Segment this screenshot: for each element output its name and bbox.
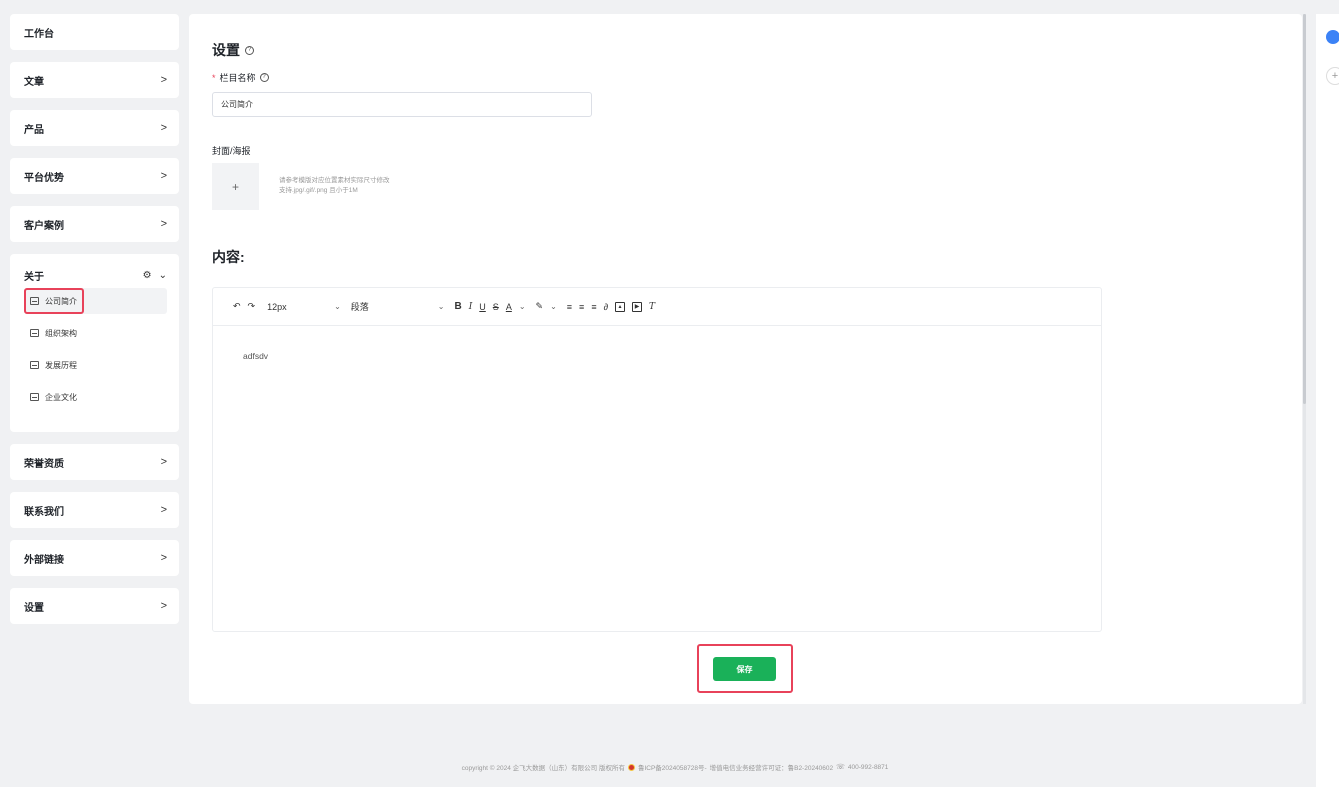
align-center-icon[interactable]: ≡ (579, 299, 584, 315)
scrollbar-thumb[interactable] (1303, 14, 1306, 404)
sidebar-subitem-label: 组织架构 (45, 328, 77, 338)
chevron-right-icon: > (160, 456, 167, 468)
sidebar-item-label: 设置 (24, 602, 44, 614)
column-name-input[interactable] (212, 92, 592, 117)
footer-copyright: copyright © 2024 企飞大数据（山东）有限公司 版权所有 (461, 765, 625, 772)
culture-icon (30, 393, 39, 401)
bold-icon[interactable]: B (455, 299, 462, 315)
sidebar-item-label: 文章 (24, 76, 44, 88)
font-color-icon[interactable]: A (506, 299, 512, 315)
sidebar-item-products[interactable]: 产品 > (10, 110, 179, 146)
sidebar-item-workbench[interactable]: 工作台 (10, 14, 179, 50)
chevron-down-icon[interactable]: ⌄ (438, 299, 445, 315)
upload-button[interactable]: + (212, 163, 259, 210)
help-icon[interactable]: ? (259, 73, 269, 82)
upload-hint-line: 请参考模版对应位置素材实际尺寸修改 (279, 177, 390, 184)
upload-hint: 请参考模版对应位置素材实际尺寸修改 支持.jpg/.gif/.png 且小于1M (279, 176, 390, 196)
undo-icon[interactable]: ↶ (233, 299, 241, 315)
video-icon[interactable]: ▶ (632, 301, 643, 312)
sidebar-item-label: 平台优势 (24, 172, 64, 184)
chevron-right-icon: > (160, 600, 167, 612)
sidebar-group-label: 关于 (24, 271, 44, 283)
plus-icon: + (231, 179, 239, 194)
sidebar-item-settings[interactable]: 设置 > (10, 588, 179, 624)
underline-icon[interactable]: U (479, 299, 486, 315)
link-icon[interactable]: ∂ (604, 299, 608, 315)
paragraph-select[interactable]: 段落 (351, 299, 431, 315)
clear-format-icon[interactable]: T (649, 299, 655, 315)
sidebar-item-label: 客户案例 (24, 220, 64, 232)
right-side-panel (1316, 14, 1339, 787)
org-icon (30, 329, 39, 337)
sidebar-subitem-label: 公司简介 (45, 296, 77, 306)
highlight-icon[interactable]: ✎ (536, 299, 544, 315)
plus-icon[interactable]: + (1326, 67, 1339, 85)
sidebar-item-label: 产品 (24, 124, 44, 136)
sidebar-item-label: 荣誉资质 (24, 458, 64, 470)
page-title-text: 设置 (212, 42, 240, 58)
rich-text-editor: ↶ ↷ 12px ⌄ 段落 ⌄ B I U S A ⌄ ✎ ⌄ ≡ ≡ ≡ ∂ … (212, 287, 1102, 632)
sidebar-item-articles[interactable]: 文章 > (10, 62, 179, 98)
chevron-right-icon: > (160, 122, 167, 134)
editor-toolbar: ↶ ↷ 12px ⌄ 段落 ⌄ B I U S A ⌄ ✎ ⌄ ≡ ≡ ≡ ∂ … (213, 288, 1101, 326)
sidebar-subitem-org[interactable]: 组织架构 (24, 320, 167, 346)
strikethrough-icon[interactable]: S (493, 299, 499, 315)
chevron-down-icon[interactable]: ⌄ (519, 299, 526, 315)
chevron-right-icon: > (160, 552, 167, 564)
sidebar-group-about: 关于 ⚙ ⌄ 公司简介 组织架构 发展历程 企业文化 (10, 254, 179, 432)
column-name-label-text: 栏目名称 (219, 73, 256, 83)
sidebar-subitem-label: 发展历程 (45, 360, 77, 370)
cover-label: 封面/海报 (212, 146, 251, 156)
sidebar-group-header[interactable]: 关于 ⚙ ⌄ (10, 264, 179, 286)
sidebar-item-contact[interactable]: 联系我们 > (10, 492, 179, 528)
sidebar-item-advantages[interactable]: 平台优势 > (10, 158, 179, 194)
sidebar-subitem-culture[interactable]: 企业文化 (24, 384, 167, 410)
chevron-right-icon: > (160, 218, 167, 230)
footer-icp[interactable]: 鲁ICP备2024058728号- (638, 762, 707, 772)
chevron-right-icon: > (160, 74, 167, 86)
sidebar-item-label: 联系我们 (24, 506, 64, 518)
sidebar-item-honors[interactable]: 荣誉资质 > (10, 444, 179, 480)
required-mark: * (212, 72, 216, 83)
sidebar-subitem-company-intro[interactable]: 公司简介 (24, 288, 167, 314)
upload-hint-line: 支持.jpg/.gif/.png 且小于1M (279, 187, 358, 194)
image-icon[interactable]: ▴ (615, 301, 626, 312)
page-title: 设置 ? (212, 40, 254, 60)
sidebar-item-label: 外部链接 (24, 554, 64, 566)
document-icon (30, 297, 39, 305)
content-title: 内容: (212, 249, 245, 265)
chevron-right-icon: > (160, 504, 167, 516)
chevron-down-icon[interactable]: ⌄ (334, 299, 341, 315)
editor-content[interactable]: adfsdv (213, 326, 1101, 386)
align-right-icon[interactable]: ≡ (591, 299, 596, 315)
column-name-label: * 栏目名称 ? (212, 71, 269, 84)
chevron-right-icon: > (160, 170, 167, 182)
sidebar-subitem-history[interactable]: 发展历程 (24, 352, 167, 378)
main-panel: 设置 ? * 栏目名称 ? 封面/海报 + 请参考模版对应位置素材实际尺寸修改 … (189, 14, 1302, 704)
sidebar-subitem-label: 企业文化 (45, 392, 77, 402)
history-icon (30, 361, 39, 369)
police-badge-icon (627, 763, 635, 771)
footer-phone: 400-992-8871 (847, 763, 889, 771)
align-left-icon[interactable]: ≡ (567, 299, 572, 315)
sidebar-item-label: 工作台 (24, 28, 54, 40)
redo-icon[interactable]: ↷ (248, 299, 256, 315)
help-icon[interactable]: ? (245, 45, 254, 55)
assistant-icon[interactable] (1326, 30, 1339, 44)
sidebar-item-external-links[interactable]: 外部链接 > (10, 540, 179, 576)
sidebar-item-cases[interactable]: 客户案例 > (10, 206, 179, 242)
sidebar: 工作台 文章 > 产品 > 平台优势 > 客户案例 > 关于 ⚙ ⌄ 公司简介 … (10, 14, 179, 636)
chevron-down-icon[interactable]: ⌄ (159, 270, 167, 281)
chevron-down-icon[interactable]: ⌄ (550, 299, 557, 315)
font-size-select[interactable]: 12px (267, 299, 327, 315)
footer-license: 增值电信业务经营许可证：鲁B2-20240602 (709, 765, 834, 772)
gear-icon[interactable]: ⚙ (143, 270, 152, 281)
footer: copyright © 2024 企飞大数据（山东）有限公司 版权所有 鲁ICP… (0, 762, 1339, 772)
italic-icon[interactable]: I (469, 299, 473, 315)
save-button[interactable]: 保存 (713, 657, 776, 681)
phone-icon: ☏ (836, 764, 845, 771)
